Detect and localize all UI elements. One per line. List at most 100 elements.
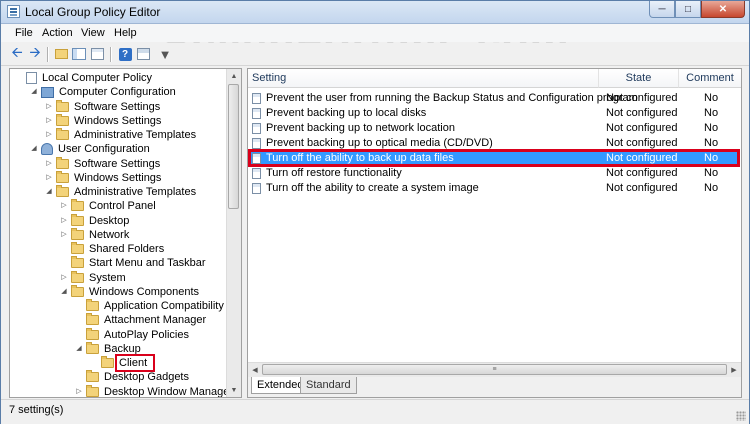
- close-button[interactable]: ✕: [701, 1, 745, 18]
- tree-item[interactable]: AutoPlay Policies: [74, 327, 189, 342]
- policy-row[interactable]: Prevent backing up to optical media (CD/…: [250, 136, 740, 151]
- collapse-arrow-icon[interactable]: ◢: [59, 285, 69, 299]
- policy-comment-cell: No: [704, 182, 719, 194]
- minimize-button[interactable]: ─: [649, 1, 675, 18]
- expand-arrow-icon[interactable]: ▷: [44, 114, 54, 128]
- policy-row[interactable]: Prevent backing up to local disks Not con…: [250, 106, 740, 121]
- collapse-arrow-icon[interactable]: ◢: [29, 142, 39, 156]
- tree-item[interactable]: Start Menu and Taskbar: [59, 256, 206, 270]
- scroll-left-arrow-icon[interactable]: ◀: [248, 363, 262, 377]
- policy-row[interactable]: Turn off the ability to create a system …: [250, 181, 740, 196]
- folder-icon: [86, 299, 99, 311]
- filter-icon[interactable]: ▼: [157, 46, 173, 62]
- tree-item-label: Control Panel: [89, 200, 156, 213]
- resize-grip-icon[interactable]: [736, 411, 746, 421]
- details-pane[interactable]: Setting State Comment Prevent the user f…: [247, 68, 742, 398]
- menu-view[interactable]: View: [81, 27, 105, 39]
- tree-item[interactable]: ▷ Control Panel: [59, 199, 156, 213]
- policy-comment-cell: No: [704, 122, 719, 134]
- up-folder-icon[interactable]: [53, 46, 69, 62]
- scroll-thumb[interactable]: ≡: [262, 364, 727, 375]
- scroll-thumb[interactable]: [228, 84, 239, 209]
- view-tabs: Extended Standard: [248, 377, 741, 397]
- expand-arrow-icon[interactable]: ▷: [44, 128, 54, 142]
- tree-item[interactable]: ▷ Windows Settings: [44, 170, 162, 185]
- column-header-comment[interactable]: Comment: [678, 69, 741, 88]
- tree-item-label: Start Menu and Taskbar: [89, 257, 206, 270]
- policy-row[interactable]: Prevent backing up to network location No…: [250, 121, 740, 136]
- policy-row[interactable]: Turn off the ability to back up data fil…: [250, 151, 740, 166]
- tree-item-label: Local Computer Policy: [42, 72, 153, 84]
- show-hide-tree-icon[interactable]: [71, 46, 87, 62]
- tree-item[interactable]: ▷ Software Settings: [44, 156, 160, 171]
- policy-row[interactable]: Prevent the user from running the Backup…: [250, 91, 740, 106]
- details-horizontal-scrollbar[interactable]: ◀ ≡ ▶: [248, 362, 741, 377]
- tree-item[interactable]: ◢ Computer Configuration: [29, 85, 176, 99]
- tree-item[interactable]: ◢ Windows Components: [59, 284, 199, 299]
- tab-standard[interactable]: Standard: [300, 377, 357, 394]
- column-header-state[interactable]: State: [598, 69, 678, 88]
- tree-item-label: AutoPlay Policies: [104, 328, 189, 341]
- expand-arrow-icon[interactable]: ▷: [44, 157, 54, 171]
- folder-icon: [56, 170, 69, 183]
- tree-item[interactable]: ▷ Desktop: [59, 213, 129, 228]
- expand-arrow-icon[interactable]: ▷: [44, 171, 54, 185]
- folder-icon: [86, 341, 99, 354]
- policy-comment-cell: No: [704, 107, 719, 119]
- tree-item[interactable]: ▷ Windows Settings: [44, 113, 161, 128]
- policy-setting-cell: Turn off the ability to create a system …: [266, 182, 479, 194]
- expand-arrow-icon[interactable]: ▷: [74, 385, 84, 398]
- tree-item-label: Windows Settings: [74, 171, 162, 184]
- back-icon[interactable]: 🡨: [9, 44, 25, 62]
- column-header-setting[interactable]: Setting: [248, 69, 598, 88]
- help-icon[interactable]: ?: [117, 46, 133, 62]
- folder-icon: [71, 256, 84, 269]
- status-bar: 7 setting(s): [1, 399, 749, 424]
- tree-item[interactable]: ◢ Administrative Templates: [44, 185, 196, 199]
- scroll-up-arrow-icon[interactable]: ▲: [227, 69, 241, 83]
- tree-vertical-scrollbar[interactable]: ▲ ▼: [226, 69, 241, 397]
- menu-file[interactable]: File: [15, 27, 33, 39]
- tree-item[interactable]: Attachment Manager: [74, 313, 206, 327]
- tree-item[interactable]: Client: [89, 354, 156, 372]
- scroll-right-arrow-icon[interactable]: ▶: [727, 363, 741, 377]
- expand-arrow-icon[interactable]: ▷: [44, 100, 54, 114]
- menu-action[interactable]: Action: [42, 27, 73, 39]
- tree-pane[interactable]: Local Computer Policy ◢ Computer Configura…: [9, 68, 242, 398]
- tree-item-label: User Configuration: [58, 143, 150, 156]
- collapse-arrow-icon[interactable]: ◢: [74, 342, 84, 356]
- tree-item[interactable]: ◢ User Configuration: [29, 142, 150, 156]
- tree-item[interactable]: ▷ Administrative Templates: [44, 128, 196, 142]
- expand-arrow-icon[interactable]: ▷: [59, 271, 69, 285]
- expand-arrow-icon[interactable]: ▷: [59, 199, 69, 213]
- tree-item[interactable]: ▷ Network: [59, 227, 129, 242]
- tree-item[interactable]: Desktop Gadgets: [74, 370, 189, 384]
- export-list-icon[interactable]: [89, 46, 105, 62]
- policy-comment-cell: No: [704, 152, 719, 164]
- collapse-arrow-icon[interactable]: ◢: [29, 85, 39, 99]
- menu-help[interactable]: Help: [114, 27, 137, 39]
- policy-setting-cell: Prevent backing up to network location: [266, 122, 455, 134]
- policy-row[interactable]: Turn off restore functionality Not config…: [250, 166, 740, 181]
- expand-arrow-icon[interactable]: ▷: [59, 214, 69, 228]
- tree-item[interactable]: ▷ Desktop Window Manager: [74, 384, 233, 398]
- tree-item[interactable]: Shared Folders: [59, 242, 164, 256]
- tree-item[interactable]: Local Computer Policy: [14, 71, 152, 85]
- folder-icon: [71, 284, 84, 297]
- collapse-arrow-icon[interactable]: ◢: [44, 185, 54, 199]
- tree-item-label: Administrative Templates: [74, 186, 197, 198]
- policy-comment-cell: No: [704, 167, 719, 179]
- tree-item[interactable]: ▷ System: [59, 270, 126, 285]
- policy-setting-cell: Prevent backing up to local disks: [266, 107, 427, 119]
- maximize-button[interactable]: □: [675, 1, 701, 18]
- toolbar: 🡨 🡪 ? ▼: [1, 43, 749, 66]
- app-window: Local Group Policy Editor ─ □ ✕ SevenFor…: [0, 0, 750, 424]
- title-bar[interactable]: Local Group Policy Editor ─ □ ✕: [1, 1, 749, 24]
- policy-setting-cell: Prevent the user from running the Backup…: [266, 92, 638, 104]
- tree-item[interactable]: Application Compatibility: [74, 299, 224, 313]
- forward-icon[interactable]: 🡪: [27, 44, 43, 62]
- tree-item[interactable]: ▷ Software Settings: [44, 99, 160, 114]
- scroll-down-arrow-icon[interactable]: ▼: [227, 383, 241, 397]
- properties-icon[interactable]: [135, 46, 151, 62]
- expand-arrow-icon[interactable]: ▷: [59, 228, 69, 242]
